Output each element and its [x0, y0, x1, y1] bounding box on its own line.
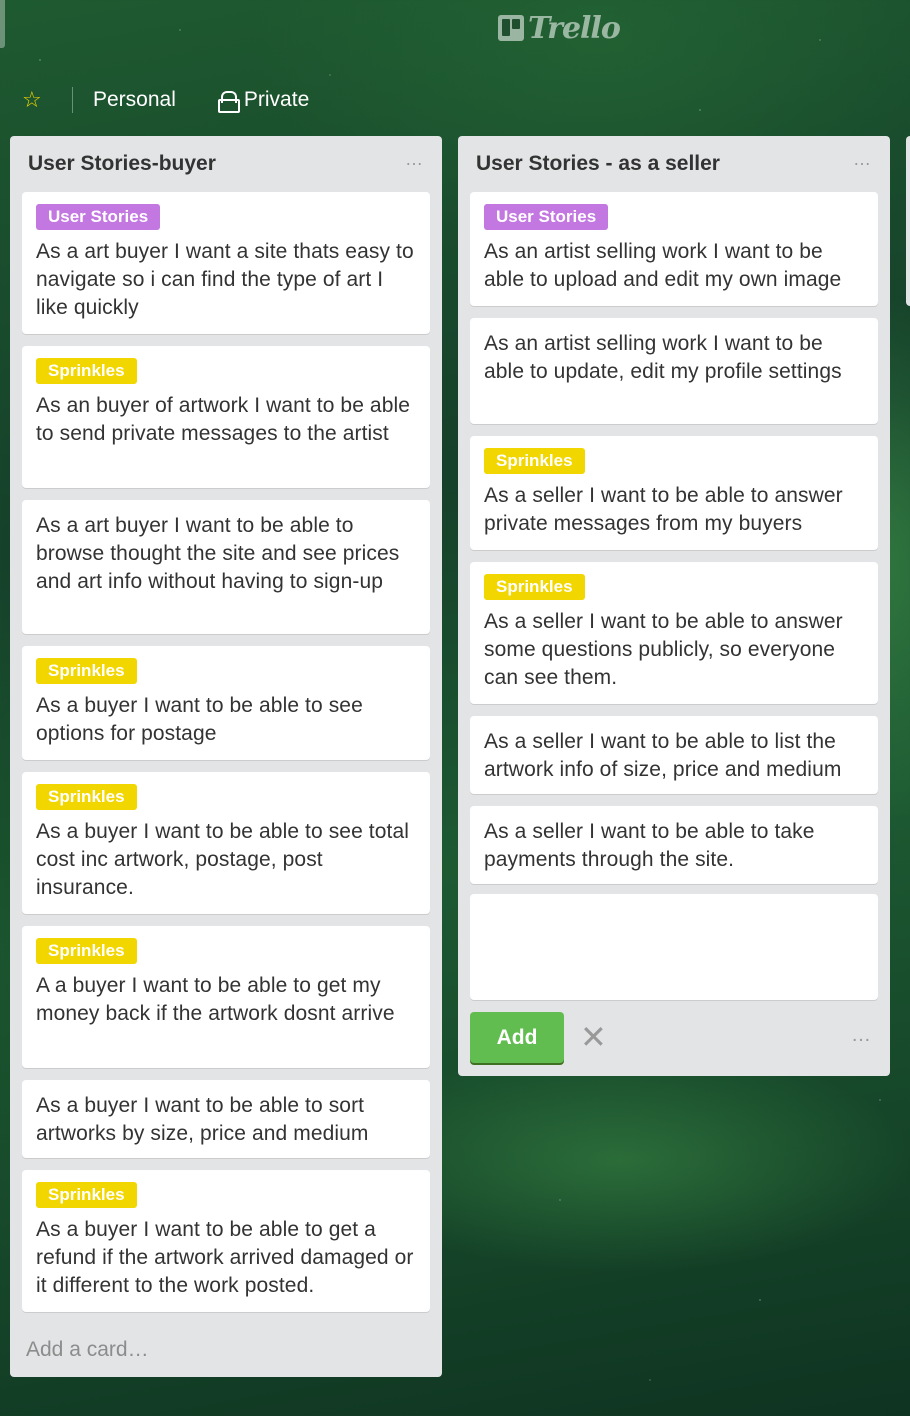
card-title: As a seller I want to be able to answer …: [484, 610, 843, 689]
personal-label: Personal: [93, 88, 176, 111]
card-title: As a art buyer I want a site thats easy …: [36, 240, 414, 319]
add-card-link[interactable]: Add a card…: [26, 1338, 149, 1362]
header-bar: Trello: [0, 0, 910, 60]
card-label-sprinkles: Sprinkles: [484, 574, 585, 600]
board-header: ☆ Personal Private: [22, 80, 309, 120]
list-header: User Stories-buyer …: [22, 136, 430, 192]
card[interactable]: Sprinkles As a buyer I want to be able t…: [22, 646, 430, 760]
trello-logo[interactable]: Trello: [498, 10, 621, 46]
list-menu-icon[interactable]: …: [405, 149, 424, 170]
card-title: A a buyer I want to be able to get my mo…: [36, 974, 395, 1025]
card-label-sprinkles: Sprinkles: [36, 938, 137, 964]
card[interactable]: Sprinkles As a seller I want to be able …: [470, 562, 878, 704]
card-title: As an buyer of artwork I want to be able…: [36, 394, 411, 445]
card[interactable]: As a seller I want to be able to take pa…: [470, 806, 878, 884]
card-label-sprinkles: Sprinkles: [36, 1182, 137, 1208]
card-title: As a buyer I want to be able to see tota…: [36, 820, 409, 899]
card[interactable]: As a buyer I want to be able to sort art…: [22, 1080, 430, 1158]
card-title: As a buyer I want to be able to get a re…: [36, 1218, 414, 1297]
list-title[interactable]: User Stories-buyer: [28, 152, 216, 176]
header-left-tab[interactable]: [0, 0, 5, 48]
card-title: As a seller I want to be able to answer …: [484, 484, 843, 535]
card-label-user-stories: User Stories: [484, 204, 609, 230]
card-label-sprinkles: Sprinkles: [36, 358, 137, 384]
list-menu-icon[interactable]: …: [853, 149, 872, 170]
composer-menu-icon[interactable]: …: [851, 1024, 872, 1047]
card-label-user-stories: User Stories: [36, 204, 161, 230]
add-card-button[interactable]: Add: [470, 1012, 564, 1063]
card-title: As a buyer I want to be able to see opti…: [36, 694, 363, 745]
lock-icon: [217, 91, 240, 113]
list-title[interactable]: User Stories - as a seller: [476, 152, 720, 176]
card-composer-input[interactable]: [470, 894, 878, 1000]
card-title: As an artist selling work I want to be a…: [484, 332, 842, 383]
card[interactable]: As a art buyer I want to be able to brow…: [22, 500, 430, 634]
list-partial-next: [906, 136, 910, 306]
card-label-sprinkles: Sprinkles: [36, 658, 137, 684]
card[interactable]: As an artist selling work I want to be a…: [470, 318, 878, 424]
close-icon[interactable]: ✕: [580, 1020, 607, 1054]
trello-logo-icon: [498, 15, 524, 41]
star-icon[interactable]: ☆: [22, 87, 62, 113]
card[interactable]: As a seller I want to be able to list th…: [470, 716, 878, 794]
card-title: As a seller I want to be able to list th…: [484, 730, 842, 781]
card[interactable]: Sprinkles As an buyer of artwork I want …: [22, 346, 430, 488]
personal-team-button[interactable]: Personal: [93, 88, 176, 112]
card-label-sprinkles: Sprinkles: [36, 784, 137, 810]
card[interactable]: Sprinkles As a buyer I want to be able t…: [22, 772, 430, 914]
header-divider: [72, 87, 73, 113]
card-title: As a seller I want to be able to take pa…: [484, 820, 815, 871]
card[interactable]: Sprinkles As a seller I want to be able …: [470, 436, 878, 550]
trello-logo-text: Trello: [528, 10, 621, 46]
list-user-stories-seller: User Stories - as a seller … User Storie…: [458, 136, 890, 1076]
card-title: As a art buyer I want to be able to brow…: [36, 514, 400, 593]
card-title: As a buyer I want to be able to sort art…: [36, 1094, 369, 1145]
visibility-button[interactable]: Private: [217, 88, 310, 113]
card[interactable]: User Stories As a art buyer I want a sit…: [22, 192, 430, 334]
private-label: Private: [243, 88, 310, 111]
card[interactable]: Sprinkles A a buyer I want to be able to…: [22, 926, 430, 1068]
list-user-stories-buyer: User Stories-buyer … User Stories As a a…: [10, 136, 442, 1377]
card[interactable]: User Stories As an artist selling work I…: [470, 192, 878, 306]
card-label-sprinkles: Sprinkles: [484, 448, 585, 474]
card[interactable]: Sprinkles As a buyer I want to be able t…: [22, 1170, 430, 1312]
card-title: As an artist selling work I want to be a…: [484, 240, 842, 291]
list-header: User Stories - as a seller …: [470, 136, 878, 192]
